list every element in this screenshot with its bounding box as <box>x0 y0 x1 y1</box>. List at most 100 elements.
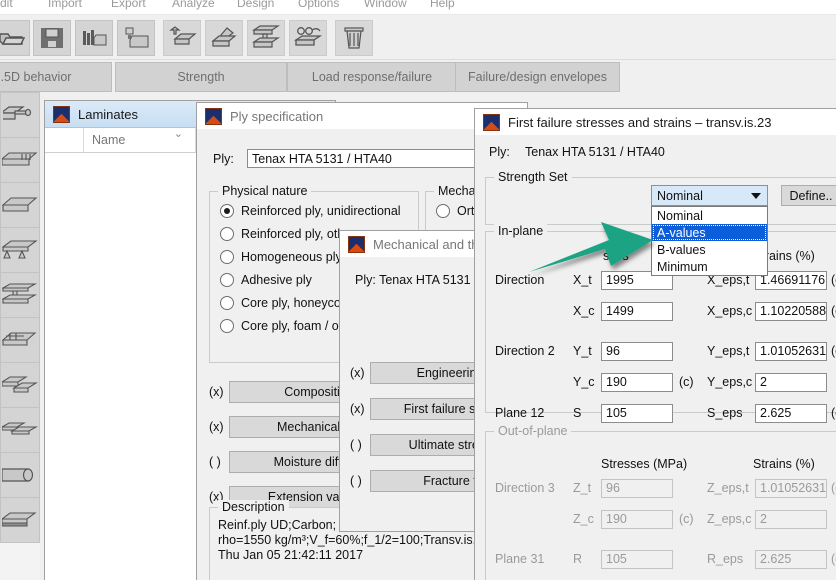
database-icon[interactable] <box>75 20 113 56</box>
tab-strength[interactable]: Strength <box>115 62 287 92</box>
menu-item-export[interactable]: Export <box>111 0 146 10</box>
stress-input-s[interactable]: 105 <box>601 403 673 423</box>
app-logo-icon <box>205 107 222 125</box>
stress-input-z-c[interactable]: 190 <box>601 509 673 529</box>
row-stress-suffix: (c) <box>679 375 694 389</box>
menu-item-edit[interactable]: dit <box>0 0 13 10</box>
laminates-col-name[interactable]: Name ⌄ <box>84 128 196 152</box>
chevron-down-icon <box>751 192 761 199</box>
dropdown-option-minimum[interactable]: Minimum <box>652 258 767 275</box>
tab-2-5d-behavior[interactable]: .5D behavior <box>0 62 112 92</box>
laminates-col-name-label: Name <box>92 133 126 147</box>
out-of-plane-stresses-header: Stresses (MPa) <box>601 457 688 471</box>
row-stress-symbol: Y_t <box>573 344 592 358</box>
rail-item-i-section[interactable] <box>0 272 40 318</box>
rail-item-sandwich[interactable] <box>0 497 40 543</box>
laminate-load-icon[interactable] <box>247 20 285 56</box>
app-logo-icon <box>483 113 500 131</box>
rail-item-rod[interactable] <box>0 92 40 138</box>
first-failure-stresses-mark: (x) <box>350 402 365 416</box>
app-root: dit Import Export Analyze Design Options… <box>0 0 836 580</box>
rail-item-stiffened-panel[interactable] <box>0 317 40 363</box>
engineering-mark: (x) <box>350 366 365 380</box>
row-strain-suffix: (c <box>831 273 836 287</box>
row-stress-symbol: X_t <box>573 273 592 287</box>
strength-set-dropdown-list[interactable]: Nominal A-values B-values Minimum <box>651 206 768 276</box>
tab-load-response-failure[interactable]: Load response/failure <box>287 62 457 92</box>
stress-input-z-t[interactable]: 96 <box>601 478 673 498</box>
structure-rail <box>0 92 40 580</box>
radio-dot-icon <box>220 250 234 264</box>
first-failure-title-bar[interactable]: First failure stresses and strains – tra… <box>475 109 836 135</box>
dropdown-option-nominal[interactable]: Nominal <box>652 207 767 224</box>
rail-item-plate[interactable] <box>0 182 40 228</box>
strain-input-s-eps[interactable]: 2.625 <box>755 403 827 423</box>
delete-icon[interactable] <box>335 20 373 56</box>
radio-label: Reinforced ply, unidirectional <box>241 204 401 218</box>
radio-reinforced-ply-unidirectional[interactable]: Reinforced ply, unidirectional <box>220 204 401 218</box>
first-failure-title-text: First failure stresses and strains – tra… <box>508 114 772 130</box>
stress-input-x-c[interactable]: 1499 <box>601 301 673 321</box>
dropdown-option-a-values[interactable]: A-values <box>652 224 767 241</box>
save-icon[interactable] <box>33 20 71 56</box>
laminate-edit-icon[interactable] <box>205 20 243 56</box>
in-plane-row-direction-1-c: X_c 1499 X_eps,c 1.10220588 (c <box>475 300 836 322</box>
laminate-view-icon[interactable] <box>289 20 327 56</box>
in-plane-row-direction-2-t: Direction 2 Y_t 96 Y_eps,t 1.01052631 (c <box>475 340 836 362</box>
rail-item-supported-beam[interactable] <box>0 227 40 273</box>
physical-nature-legend: Physical nature <box>218 184 312 198</box>
menu-item-options[interactable]: Options <box>298 0 339 10</box>
row-direction-label: Plane 12 <box>495 406 545 420</box>
sort-chevron-icon: ⌄ <box>173 128 183 140</box>
out-of-plane-row-plane-31: Plane 31 R 105 R_eps 2.625 (c <box>475 548 836 570</box>
app-logo-icon <box>348 235 365 253</box>
import-material-icon[interactable] <box>117 20 155 56</box>
app-logo-icon <box>53 105 70 123</box>
menu-item-help[interactable]: Help <box>430 0 455 10</box>
description-legend: Description <box>218 500 289 514</box>
laminate-new-icon[interactable] <box>163 20 201 56</box>
strain-input-z-eps-c[interactable]: 2 <box>755 509 827 529</box>
menu-item-window[interactable]: Window <box>364 0 407 10</box>
radio-dot-icon <box>220 296 234 310</box>
in-plane-stresses-header: sses <box>603 249 629 263</box>
radio-label: Homogeneous ply <box>241 250 342 264</box>
stress-input-y-c[interactable]: 190 <box>601 372 673 392</box>
ply-name-input[interactable]: Tenax HTA 5131 / HTA40 <box>247 149 487 168</box>
in-plane-row-plane-12: Plane 12 S 105 S_eps 2.625 (c <box>475 402 836 424</box>
row-stress-symbol: Z_c <box>573 512 594 526</box>
row-stress-symbol: Z_t <box>573 481 592 495</box>
menu-item-import[interactable]: Import <box>48 0 82 10</box>
row-strain-suffix: (c <box>831 304 836 318</box>
out-of-plane-strains-header: Strains (%) <box>753 457 815 471</box>
open-icon[interactable] <box>0 20 30 56</box>
stress-input-r[interactable]: 105 <box>601 549 673 569</box>
row-direction-label: Direction 2 <box>495 344 555 358</box>
rail-item-joint[interactable] <box>0 362 40 408</box>
row-direction-label: Direction 3 <box>495 481 555 495</box>
laminates-col-index[interactable] <box>45 128 84 152</box>
tab-failure-design-envelopes[interactable]: Failure/design envelopes <box>455 62 620 92</box>
description-line-3: Thu Jan 05 21:42:11 2017 <box>218 548 364 562</box>
strain-input-z-eps-t[interactable]: 1.01052631 <box>755 478 827 498</box>
dropdown-option-b-values[interactable]: B-values <box>652 241 767 258</box>
rail-item-cylinder[interactable] <box>0 452 40 498</box>
menu-item-design[interactable]: Design <box>237 0 274 10</box>
moisture-diffusion-mark: ( ) <box>209 455 221 469</box>
strain-input-y-eps-c[interactable]: 2 <box>755 372 827 392</box>
radio-dot-icon <box>220 227 234 241</box>
stress-input-y-t[interactable]: 96 <box>601 341 673 361</box>
rail-item-corrugated-panel[interactable] <box>0 137 40 183</box>
strain-input-r-eps[interactable]: 2.625 <box>755 549 827 569</box>
row-strain-symbol: Z_eps,c <box>707 512 752 526</box>
strain-input-y-eps-t[interactable]: 1.01052631 <box>755 341 827 361</box>
row-direction-label: Plane 31 <box>495 552 545 566</box>
menu-bar: dit Import Export Analyze Design Options… <box>0 0 836 15</box>
define-button[interactable]: Define.. <box>781 185 836 206</box>
rail-item-lap-joint[interactable] <box>0 407 40 453</box>
strength-set-combo[interactable]: Nominal <box>651 185 768 206</box>
strength-set-legend: Strength Set <box>494 170 572 184</box>
strain-input-x-eps-c[interactable]: 1.10220588 <box>755 301 827 321</box>
row-strain-suffix: (c <box>831 406 836 420</box>
menu-item-analyze[interactable]: Analyze <box>172 0 215 10</box>
